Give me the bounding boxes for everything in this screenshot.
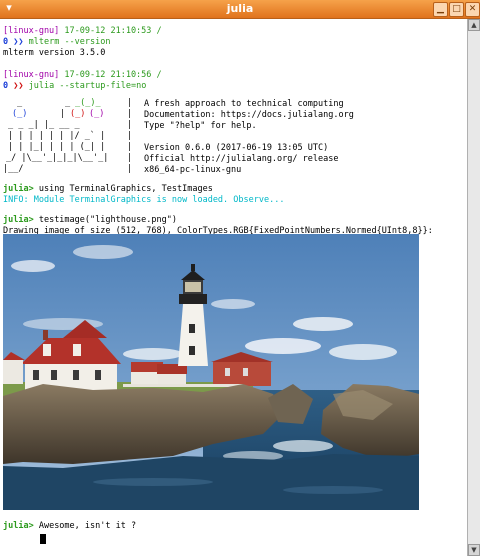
svg-text:(_): (_) — [89, 109, 104, 119]
svg-text:_/ |\__'_|_|_|\__'_|: _/ |\__'_|_|_|\__'_| — [6, 153, 108, 163]
svg-text:|__/: |__/ — [3, 164, 23, 174]
command-text: Awesome, isn't it ? — [33, 521, 137, 531]
title-bar[interactable]: ▾ julia ▁ □ ✕ — [0, 0, 480, 19]
svg-text:| | | | | | |/ _` |: | | | | | | |/ _` | — [8, 130, 105, 141]
julia-input-line: julia> testimage("lighthouse.png") — [3, 215, 177, 226]
banner-line: x86_64-pc-linux-gnu — [144, 165, 242, 175]
banner-line: Documentation: https://docs.julialang.or… — [144, 110, 354, 120]
banner-line: Version 0.6.0 (2017-06-19 13:05 UTC) — [144, 143, 329, 153]
svg-text:(_): (_) — [70, 109, 85, 119]
banner-line: A fresh approach to technical computing — [144, 99, 344, 109]
scroll-down-icon[interactable]: ▼ — [468, 544, 480, 556]
svg-text:|: | — [127, 142, 132, 152]
svg-text:|: | — [127, 131, 132, 141]
terminal-content[interactable]: [linux-gnu] 17-09-12 21:10:53 / 0 ❯❯ mlt… — [3, 20, 467, 552]
svg-text:(_): (_) — [12, 109, 27, 119]
scroll-up-icon[interactable]: ▲ — [468, 19, 480, 31]
minimize-button[interactable]: ▁ — [433, 2, 448, 17]
svg-text:|: | — [127, 164, 132, 174]
julia-prompt: julia> — [3, 215, 34, 225]
svg-text:| | |_| | | | (_| |: | | |_| | | | (_| | — [8, 142, 105, 152]
info-message: INFO: Module TerminalGraphics is now loa… — [3, 195, 285, 205]
svg-text:|: | — [60, 109, 65, 119]
window-title: julia — [226, 2, 254, 15]
terminal-window: ▾ julia ▁ □ ✕ [linux-gnu] 17-09-12 21:10… — [0, 0, 480, 556]
svg-text:|: | — [127, 109, 132, 119]
command-text: julia --startup-file=no — [23, 81, 147, 91]
prompt-arrows: ❯❯ — [13, 37, 24, 47]
julia-prompt: julia> — [3, 521, 34, 531]
prompt-line-2: [linux-gnu] 17-09-12 21:10:56 / — [3, 70, 162, 81]
command-text: mlterm --version — [23, 37, 111, 47]
vertical-scrollbar[interactable]: ▲ ▼ — [467, 19, 480, 556]
svg-text:|: | — [127, 120, 132, 130]
maximize-button[interactable]: □ — [449, 2, 464, 17]
prompt-arrows: ❯❯ — [13, 81, 24, 91]
close-button[interactable]: ✕ — [465, 2, 480, 17]
svg-text:_ _ _| |_ __ _: _ _ _| |_ __ _ — [8, 120, 81, 130]
svg-text:|: | — [127, 98, 132, 108]
julia-input-line: julia> using TerminalGraphics, TestImage… — [3, 184, 213, 195]
julia-input-line: julia> Awesome, isn't it ? — [3, 521, 136, 532]
command-text: testimage("lighthouse.png") — [33, 215, 178, 225]
host-label: [linux-gnu] — [3, 70, 60, 80]
banner-line: Official http://julialang.org/ release — [144, 154, 339, 164]
svg-text:_: _ — [65, 98, 71, 108]
command-line-2: 0 ❯❯ julia --startup-file=no — [3, 81, 146, 92]
host-label: [linux-gnu] — [3, 26, 60, 36]
julia-ascii-logo: _ _ _(_)_ (_) | (_) (_) _ _ _| |_ __ _ |… — [3, 98, 132, 174]
command-line-1: 0 ❯❯ mlterm --version — [3, 37, 111, 48]
command-text: using TerminalGraphics, TestImages — [33, 184, 213, 194]
svg-text:_: _ — [17, 98, 23, 108]
lighthouse-image — [3, 234, 419, 510]
exit-status: 0 — [3, 81, 14, 91]
banner-line: Type "?help" for help. — [144, 121, 257, 131]
exit-status: 0 — [3, 37, 14, 47]
timestamp: 17-09-12 21:10:53 / — [59, 26, 162, 36]
output-line: mlterm version 3.5.0 — [3, 48, 106, 58]
svg-text:|: | — [127, 153, 132, 163]
timestamp: 17-09-12 21:10:56 / — [59, 70, 162, 80]
text-cursor — [40, 534, 46, 544]
svg-text:_(_)_: _(_)_ — [75, 98, 101, 108]
julia-prompt: julia> — [3, 184, 34, 194]
prompt-line-1: [linux-gnu] 17-09-12 21:10:53 / — [3, 26, 162, 37]
